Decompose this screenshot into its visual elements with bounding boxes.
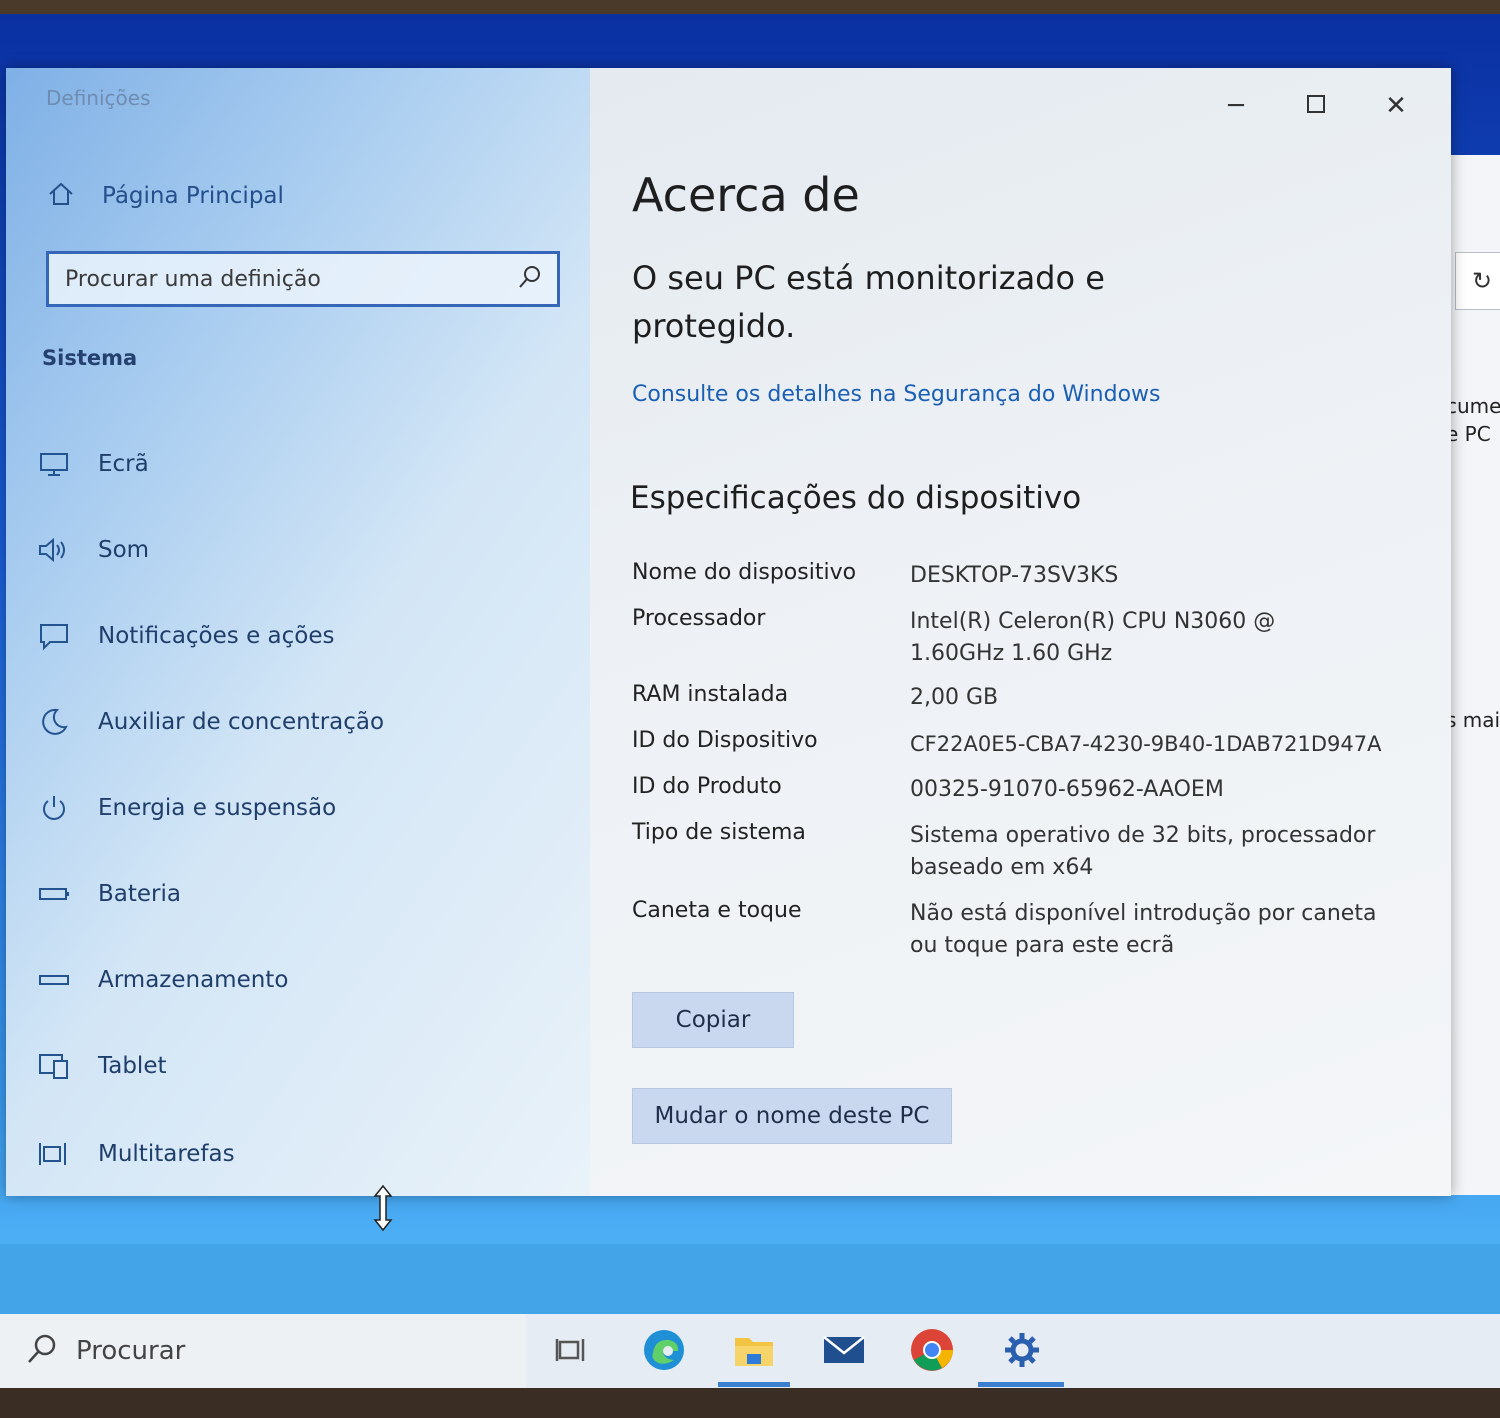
monitor-bezel-top [0,0,1500,14]
sidebar-item-display[interactable]: Ecrã [36,442,149,486]
specs-title: Especificações do dispositivo [630,480,1082,516]
monitor-bezel-bottom [0,1388,1500,1418]
refresh-icon[interactable]: ↻ [1455,252,1500,310]
maximize-icon [1306,91,1326,121]
background-window-text: e PC [1446,422,1491,446]
sidebar-item-label: Som [98,537,150,563]
spec-key: Caneta e toque [632,898,802,923]
spec-value: Não está disponível introdução por canet… [910,901,1377,958]
settings-gear-icon[interactable] [994,1322,1050,1378]
spec-value: Intel(R) Celeron(R) CPU N3060 @ 1.60GHz … [910,609,1276,666]
speaker-icon [36,532,72,568]
power-icon [36,790,72,826]
sidebar-item-label: Tablet [98,1053,167,1079]
security-details-link[interactable]: Consulte os detalhes na Segurança do Win… [632,382,1161,407]
battery-icon [36,876,72,912]
sidebar-item-label: Energia e suspensão [98,795,337,821]
taskbar-search-label: Procurar [76,1336,186,1366]
spec-key: Nome do dispositivo [632,560,857,585]
protection-status: O seu PC está monitorizado e protegido. [632,259,1105,345]
background-window-text: s mai [1446,708,1500,732]
close-icon: ✕ [1385,91,1407,121]
home-link[interactable]: Página Principal [46,174,284,218]
resize-cursor-icon [370,1184,396,1232]
sidebar-item-label: Ecrã [98,451,149,477]
storage-icon [36,962,72,998]
taskbar-search[interactable]: Procurar [0,1314,526,1388]
spec-row-processor: Processador Intel(R) Celeron(R) CPU N306… [632,606,1422,670]
spec-row-device-id: ID do Dispositivo CF22A0E5-CBA7-4230-9B4… [632,728,1422,760]
settings-window: Definições Página Principal Sistema Ecrã [6,68,1451,1232]
sidebar: Definições Página Principal Sistema Ecrã [6,68,590,1196]
maximize-button[interactable] [1288,86,1344,126]
sidebar-item-label: Notificações e ações [98,623,335,649]
spec-row-product-id: ID do Produto 00325-91070-65962-AAOEM [632,774,1422,806]
spec-key: Tipo de sistema [632,820,806,845]
sidebar-item-tablet[interactable]: Tablet [36,1044,167,1088]
spec-key: ID do Dispositivo [632,728,818,753]
section-title: Sistema [42,346,138,370]
minimize-button[interactable]: ─ [1208,86,1264,126]
sidebar-item-sound[interactable]: Som [36,528,149,572]
home-label: Página Principal [102,183,284,209]
sidebar-item-label: Auxiliar de concentração [98,709,385,735]
sidebar-item-label: Armazenamento [98,967,289,993]
mail-icon[interactable] [816,1322,872,1378]
tablet-icon [36,1048,72,1084]
page-title: Acerca de [632,168,860,222]
multitask-icon [36,1136,72,1172]
window-title: Definições [46,86,151,110]
spec-row-ram: RAM instalada 2,00 GB [632,682,1422,714]
settings-search[interactable] [46,251,560,307]
sidebar-item-battery[interactable]: Bateria [36,872,181,916]
task-view-icon[interactable] [544,1322,600,1378]
spec-value: Sistema operativo de 32 bits, processado… [910,823,1376,880]
home-icon [46,179,76,213]
spec-row-system-type: Tipo de sistema Sistema operativo de 32 … [632,820,1422,884]
sidebar-item-label: Bateria [98,881,181,907]
moon-icon [36,704,72,740]
edge-icon[interactable] [636,1322,692,1378]
spec-value: CF22A0E5-CBA7-4230-9B40-1DAB721D947A [910,732,1382,756]
chrome-icon[interactable] [904,1322,960,1378]
sidebar-item-multitasking[interactable]: Multitarefas [36,1132,235,1176]
spec-key: RAM instalada [632,682,789,707]
spec-value: 2,00 GB [910,685,999,710]
spec-row-device-name: Nome do dispositivo DESKTOP-73SV3KS [632,560,1422,592]
sidebar-item-focus-assist[interactable]: Auxiliar de concentração [36,700,384,744]
minimize-icon: ─ [1228,91,1244,121]
file-explorer-icon[interactable] [726,1322,782,1378]
notification-icon [36,618,72,654]
spec-value: 00325-91070-65962-AAOEM [910,777,1224,802]
sidebar-item-notifications[interactable]: Notificações e ações [36,614,334,658]
search-icon [26,1333,58,1369]
background-window-text: cumen [1446,394,1500,418]
spec-key: ID do Produto [632,774,782,799]
monitor-icon [36,446,72,482]
rename-pc-button[interactable]: Mudar o nome deste PC [632,1088,952,1144]
search-icon[interactable] [517,264,543,294]
desktop-strip [0,1244,1500,1314]
copy-button[interactable]: Copiar [632,992,794,1048]
sidebar-item-storage[interactable]: Armazenamento [36,958,288,1002]
sidebar-item-power[interactable]: Energia e suspensão [36,786,336,830]
sidebar-item-label: Multitarefas [98,1141,235,1167]
spec-key: Processador [632,606,766,631]
spec-value: DESKTOP-73SV3KS [910,563,1119,588]
active-app-indicator [978,1382,1064,1387]
spec-row-pen-touch: Caneta e toque Não está disponível intro… [632,898,1422,962]
active-app-indicator [718,1382,790,1387]
search-input[interactable] [65,266,517,292]
close-button[interactable]: ✕ [1368,86,1424,126]
